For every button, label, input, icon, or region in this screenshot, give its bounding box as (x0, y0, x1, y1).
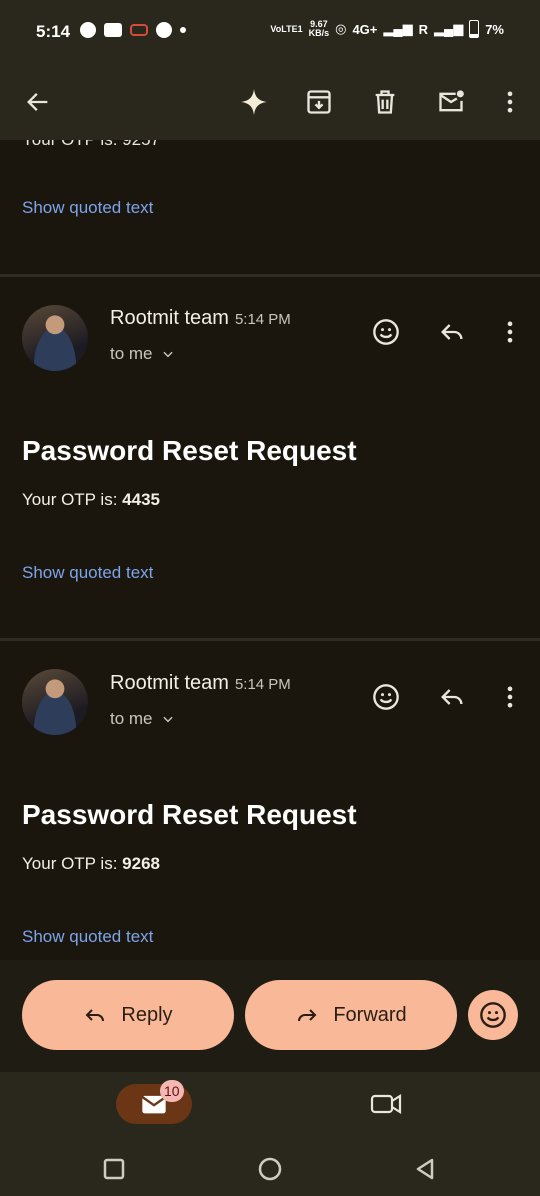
avatar[interactable] (22, 305, 88, 371)
battery-percent: 7% (485, 21, 504, 37)
otp-value: 9268 (122, 854, 160, 873)
delete-button[interactable] (361, 78, 409, 126)
forward-label: Forward (333, 1003, 407, 1026)
circle-icon (258, 1157, 282, 1181)
otp-label: Your OTP is: (22, 854, 123, 873)
react-emoji-button[interactable] (364, 675, 408, 719)
show-quoted-text-link[interactable]: Show quoted text (22, 198, 153, 218)
back-arrow-icon (27, 93, 48, 111)
emoji-icon (373, 319, 399, 345)
sender-line[interactable]: Rootmit team 5:14 PM (110, 307, 291, 330)
back-nav-button[interactable] (410, 1154, 440, 1184)
system-navigation-bar (0, 1142, 540, 1196)
conversation-thread[interactable]: Your OTP is: 9257 Show quoted text Rootm… (0, 140, 540, 960)
app-bar (0, 64, 540, 140)
unread-count-badge: 10 (160, 1080, 184, 1102)
emoji-react-button[interactable] (468, 990, 518, 1040)
show-quoted-text-link[interactable]: Show quoted text (22, 927, 153, 947)
message-divider (0, 274, 540, 277)
hotspot-icon: ◎ (335, 21, 347, 36)
message-time: 5:14 PM (234, 311, 291, 328)
status-right: VoLTE1 9.67 KB/s ◎ 4G+ ▂▄▆ R ▂▄▆ 7% (270, 20, 504, 38)
message-subject: Password Reset Request (22, 435, 357, 466)
archive-button[interactable] (295, 78, 343, 126)
show-quoted-text-link[interactable]: Show quoted text (22, 563, 153, 583)
sparkle-icon (241, 89, 267, 115)
reply-action-bar: Reply Forward (0, 960, 540, 1072)
speed-unit: KB/s (308, 28, 330, 38)
chevron-down-icon (162, 351, 173, 358)
recipient-details[interactable]: to me (110, 709, 175, 729)
bottom-navigation: 10 (0, 1072, 540, 1142)
forward-button[interactable]: Forward (245, 980, 457, 1050)
chevron-down-icon (162, 716, 173, 723)
message-subject: Password Reset Request (22, 799, 357, 830)
volte-label: VoLTE1 (270, 23, 303, 34)
recents-button[interactable] (99, 1154, 129, 1184)
more-vertical-icon (507, 321, 513, 343)
mark-unread-button[interactable] (427, 78, 475, 126)
signal-icon-2: ▂▄▆ (433, 21, 464, 36)
reply-icon (86, 1009, 105, 1022)
forward-icon (298, 1009, 317, 1022)
sender-name: Rootmit team (110, 672, 229, 694)
signal-icon: ▂▄▆ (383, 21, 413, 36)
status-bar: 5:14 VoLTE1 9.67 KB/s ◎ 4G+ ▂▄▆ R ▂▄▆ 7% (0, 0, 540, 64)
square-icon (103, 1158, 125, 1180)
more-vertical-icon (507, 91, 513, 113)
previous-message-text: Your OTP is: 9257 (22, 140, 160, 150)
reply-icon-button[interactable] (430, 310, 474, 354)
recipient-label: to me (110, 709, 153, 728)
reply-button[interactable]: Reply (22, 980, 234, 1050)
message-divider (0, 638, 540, 641)
video-camera-icon (370, 1094, 402, 1114)
message-more-button[interactable] (488, 675, 532, 719)
react-emoji-button[interactable] (364, 310, 408, 354)
avatar[interactable] (22, 669, 88, 735)
network-type: 4G+ (352, 21, 378, 37)
triangle-back-icon (416, 1158, 434, 1180)
gemini-button[interactable] (230, 78, 278, 126)
otp-value: 4435 (122, 490, 160, 509)
mark-unread-icon (439, 90, 464, 112)
more-notifications-dot-icon (180, 27, 186, 33)
app-notification-icon (104, 23, 122, 37)
reply-label: Reply (121, 1003, 173, 1026)
recipient-label: to me (110, 344, 153, 363)
back-button[interactable] (14, 78, 62, 126)
notification-icons (80, 22, 186, 38)
link-icon (130, 24, 148, 36)
message-time: 5:14 PM (234, 676, 291, 693)
home-button[interactable] (255, 1154, 285, 1184)
message-body: Your OTP is: 9268 (22, 854, 160, 874)
battery-icon (469, 20, 480, 38)
reply-icon (441, 324, 463, 340)
otp-label: Your OTP is: (22, 490, 123, 509)
recipient-details[interactable]: to me (110, 344, 175, 364)
sender-name: Rootmit team (110, 307, 229, 329)
whatsapp-icon (156, 22, 172, 38)
more-vertical-icon (507, 686, 513, 708)
net-speed: 9.67 KB/s (309, 20, 330, 38)
reply-icon (441, 689, 463, 705)
more-button[interactable] (486, 78, 534, 126)
chat-icon (80, 22, 96, 38)
archive-icon (307, 90, 331, 114)
meet-tab[interactable] (366, 1088, 406, 1120)
reply-icon-button[interactable] (430, 675, 474, 719)
trash-icon (375, 90, 395, 114)
message-more-button[interactable] (488, 310, 532, 354)
roaming-label: R (418, 21, 428, 37)
message-body: Your OTP is: 4435 (22, 490, 160, 510)
status-time: 5:14 (36, 22, 71, 41)
sender-line[interactable]: Rootmit team 5:14 PM (110, 672, 291, 695)
emoji-icon (373, 684, 399, 710)
emoji-icon (480, 1002, 506, 1028)
